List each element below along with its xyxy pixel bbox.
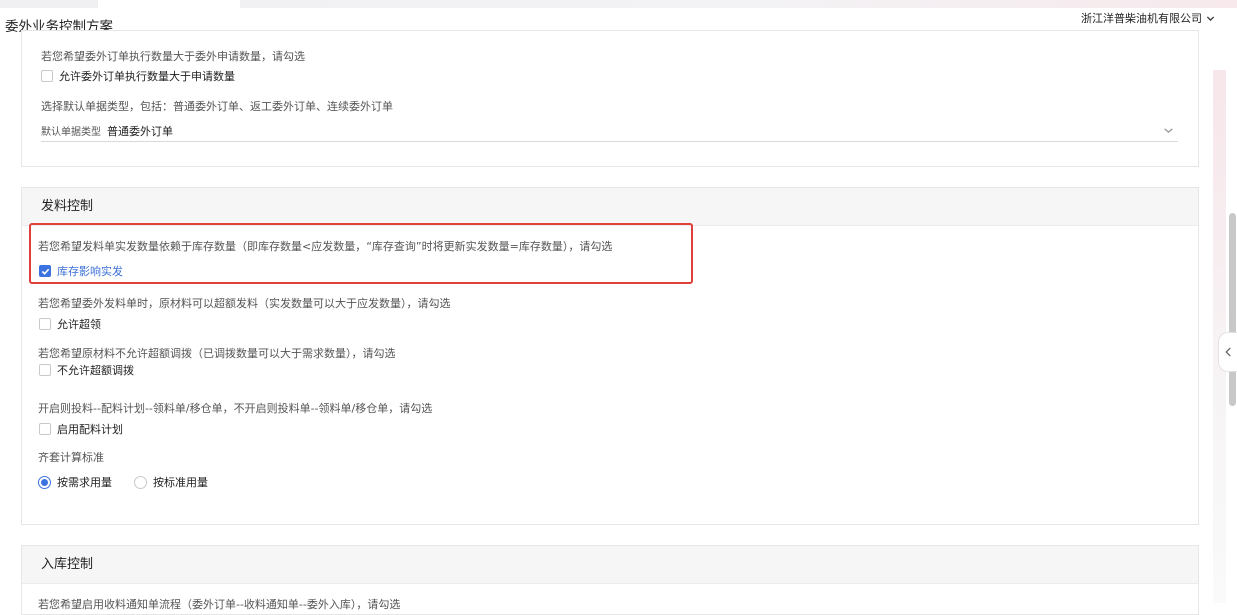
browser-tab-strip <box>0 0 1237 8</box>
active-tab[interactable] <box>98 0 240 8</box>
overissue-checkbox[interactable] <box>39 318 51 330</box>
radio-demand-label: 按需求用量 <box>57 476 112 489</box>
allow-exec-qty-option[interactable]: 允许委外订单执行数量大于申请数量 <box>41 68 235 84</box>
hint-plan: 开启则投料--配料计划--领料单/移仓单，不开启则投料单--领料单/移仓单，请勾… <box>38 402 433 415</box>
kit-calc-title: 齐套计算标准 <box>38 451 104 464</box>
company-name: 浙江洋普柴油机有限公司 <box>1081 12 1202 25</box>
hint-doc-type: 选择默认单据类型，包括：普通委外订单、返工委外订单、连续委外订单 <box>41 100 393 113</box>
overissue-label: 允许超领 <box>57 318 101 331</box>
overtransfer-label: 不允许超额调拨 <box>57 364 134 377</box>
radio-standard-option[interactable]: 按标准用量 <box>134 474 208 490</box>
overissue-option[interactable]: 允许超领 <box>39 316 101 332</box>
receipt-control-card: 入库控制 若您希望启用收料通知单流程（委外订单--收料通知单--委外入库），请勾… <box>21 545 1199 615</box>
company-selector[interactable]: 浙江洋普柴油机有限公司 <box>1077 10 1219 26</box>
overtransfer-option[interactable]: 不允许超额调拨 <box>39 362 134 378</box>
overtransfer-checkbox[interactable] <box>39 364 51 376</box>
doc-type-label: 默认单据类型 <box>41 127 101 138</box>
hint-overissue: 若您希望委外发料单时，原材料可以超额发料（实发数量可以大于应发数量），请勾选 <box>38 297 451 310</box>
allow-exec-qty-label: 允许委外订单执行数量大于申请数量 <box>59 70 235 83</box>
radio-demand-option[interactable]: 按需求用量 <box>38 474 112 490</box>
hint-exec-qty: 若您希望委外订单执行数量大于委外申请数量，请勾选 <box>41 50 305 63</box>
radio-standard-label: 按标准用量 <box>153 476 208 489</box>
highlight-annotation <box>29 223 693 284</box>
chevron-down-icon <box>1164 128 1173 134</box>
allow-exec-qty-checkbox[interactable] <box>41 70 53 82</box>
chevron-left-icon <box>1224 347 1231 357</box>
plan-checkbox[interactable] <box>39 423 51 435</box>
chevron-down-icon <box>1206 15 1215 21</box>
plan-label: 启用配料计划 <box>57 423 123 436</box>
radio-standard[interactable] <box>134 475 147 489</box>
doc-type-value: 普通委外订单 <box>107 124 173 138</box>
doc-type-select[interactable]: 默认单据类型 普通委外订单 <box>41 120 1178 142</box>
hint-overtransfer: 若您希望原材料不允许超额调拨（已调拨数量可以大于需求数量），请勾选 <box>38 347 396 360</box>
receipt-control-title: 入库控制 <box>22 546 1198 584</box>
scrollbar-thumb[interactable] <box>1229 213 1236 406</box>
general-settings-card: 若您希望委外订单执行数量大于委外申请数量，请勾选 允许委外订单执行数量大于申请数… <box>21 30 1199 167</box>
issue-control-title: 发料控制 <box>22 188 1198 226</box>
plan-option[interactable]: 启用配料计划 <box>39 421 123 437</box>
hint-receipt: 若您希望启用收料通知单流程（委外订单--收料通知单--委外入库），请勾选 <box>38 598 401 611</box>
radio-demand[interactable] <box>38 475 51 489</box>
collapse-panel-button[interactable] <box>1218 332 1237 372</box>
